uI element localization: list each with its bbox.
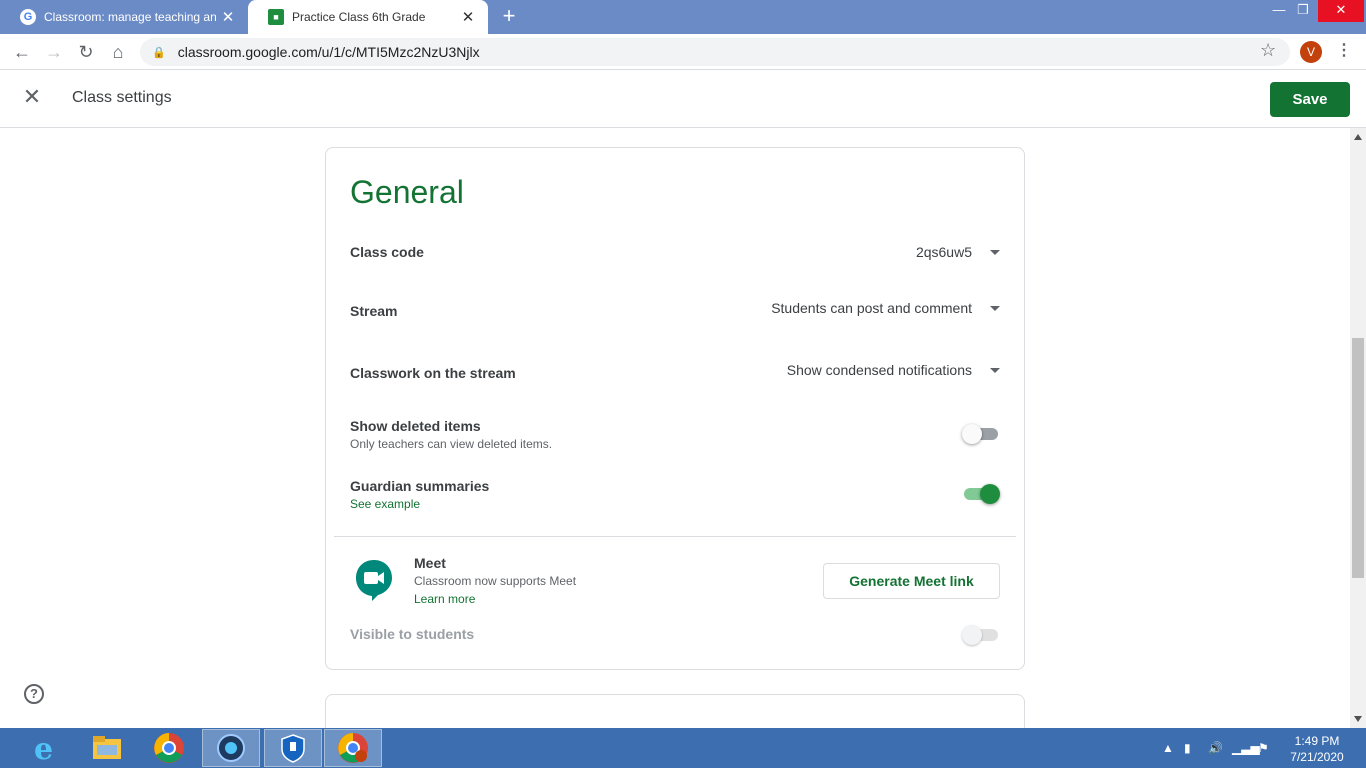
action-center-flag-icon[interactable]: ⚑ bbox=[1258, 728, 1269, 768]
classwork-value: Show condensed notifications bbox=[786, 362, 972, 378]
network-signal-icon[interactable]: ▁▃▅ bbox=[1232, 728, 1260, 768]
tray-overflow-icon[interactable]: ▲ bbox=[1162, 728, 1174, 768]
dropdown-arrow-icon bbox=[990, 249, 1000, 255]
scrollbar-thumb[interactable] bbox=[1352, 338, 1364, 578]
browser-toolbar: ← → ↻ ⌂ 🔒 classroom.google.com/u/1/c/MTI… bbox=[0, 34, 1366, 70]
scroll-up-icon[interactable] bbox=[1354, 134, 1362, 140]
settings-content: General Class code 2qs6uw5 Stream Studen… bbox=[0, 128, 1350, 754]
class-code-dropdown[interactable]: 2qs6uw5 bbox=[916, 244, 1000, 260]
guardian-summaries-toggle[interactable] bbox=[962, 483, 1000, 504]
general-card: General Class code 2qs6uw5 Stream Studen… bbox=[325, 147, 1025, 670]
generate-meet-link-button[interactable]: Generate Meet link bbox=[823, 563, 1000, 599]
tab-classroom-manage[interactable]: G Classroom: manage teaching and ✕ bbox=[0, 0, 248, 34]
lock-icon: 🔒 bbox=[152, 46, 166, 59]
tab-title: Practice Class 6th Grade bbox=[292, 10, 426, 24]
divider bbox=[334, 536, 1016, 537]
page-scrollbar[interactable] bbox=[1350, 128, 1366, 728]
internet-explorer-icon[interactable]: e bbox=[16, 729, 74, 767]
clock-time: 1:49 PM bbox=[1294, 734, 1340, 748]
stream-dropdown[interactable]: Students can post and comment bbox=[771, 300, 1000, 316]
mcafee-icon[interactable] bbox=[264, 729, 322, 767]
browser-tabstrip: G Classroom: manage teaching and ✕ ■ Pra… bbox=[0, 0, 1366, 34]
new-tab-button[interactable]: + bbox=[496, 5, 522, 29]
classwork-dropdown[interactable]: Show condensed notifications bbox=[787, 362, 1000, 378]
dropdown-arrow-icon bbox=[990, 367, 1000, 373]
visible-to-students-label: Visible to students bbox=[350, 626, 475, 642]
dropdown-arrow-icon bbox=[990, 305, 1000, 311]
close-icon[interactable]: ✕ bbox=[20, 85, 44, 109]
reload-icon[interactable]: ↻ bbox=[74, 40, 98, 64]
meet-subtitle: Classroom now supports Meet bbox=[414, 574, 577, 588]
system-clock[interactable]: 1:49 PM 7/21/2020 bbox=[1285, 733, 1349, 765]
visible-to-students-toggle[interactable] bbox=[962, 624, 1000, 645]
forward-icon[interactable]: → bbox=[42, 40, 66, 64]
classroom-icon: ■ bbox=[268, 9, 284, 25]
stream-value: Students can post and comment bbox=[771, 300, 972, 316]
tab-practice-class[interactable]: ■ Practice Class 6th Grade ✕ bbox=[248, 0, 488, 34]
window-close-icon[interactable]: ✕ bbox=[1318, 0, 1364, 22]
classwork-label: Classwork on the stream bbox=[350, 365, 516, 381]
scroll-down-icon[interactable] bbox=[1354, 716, 1362, 722]
tab-close-icon[interactable]: ✕ bbox=[456, 8, 480, 26]
chrome-active-icon[interactable] bbox=[324, 729, 382, 767]
browser-menu-icon[interactable]: ⋮ bbox=[1336, 40, 1352, 60]
see-example-link[interactable]: See example bbox=[350, 497, 420, 511]
tab-close-icon[interactable]: ✕ bbox=[216, 8, 240, 26]
deleted-items-label: Show deleted items bbox=[350, 418, 481, 434]
class-code-value: 2qs6uw5 bbox=[915, 244, 972, 260]
stream-label: Stream bbox=[350, 303, 398, 319]
home-icon[interactable]: ⌂ bbox=[106, 40, 130, 64]
file-explorer-icon[interactable] bbox=[78, 729, 136, 767]
tab-title: Classroom: manage teaching and bbox=[44, 10, 216, 24]
power-icon[interactable]: ▮ bbox=[1184, 728, 1191, 768]
svg-text:e: e bbox=[34, 732, 53, 765]
section-heading: General bbox=[350, 174, 464, 210]
media-player-icon[interactable] bbox=[202, 729, 260, 767]
restore-icon[interactable]: ❐ bbox=[1286, 0, 1320, 22]
guardian-summaries-label: Guardian summaries bbox=[350, 478, 490, 494]
learn-more-link[interactable]: Learn more bbox=[414, 592, 475, 606]
address-bar[interactable]: 🔒 classroom.google.com/u/1/c/MTI5Mzc2NzU… bbox=[140, 38, 1290, 66]
clock-date: 7/21/2020 bbox=[1290, 750, 1344, 764]
deleted-items-sub: Only teachers can view deleted items. bbox=[350, 437, 553, 451]
profile-avatar[interactable]: V bbox=[1300, 41, 1322, 63]
save-button[interactable]: Save bbox=[1270, 82, 1350, 117]
volume-icon[interactable]: 🔊 bbox=[1208, 728, 1223, 768]
help-icon[interactable]: ? bbox=[24, 684, 44, 704]
class-code-label: Class code bbox=[350, 244, 424, 260]
page-title: Class settings bbox=[72, 89, 172, 106]
windows-taskbar: e ▲ ▮ 🔊 ▁▃▅ ⚑ 1:49 PM 7/21/2020 bbox=[0, 728, 1366, 768]
meet-icon bbox=[356, 560, 392, 601]
deleted-items-toggle[interactable] bbox=[962, 423, 1000, 444]
meet-title: Meet bbox=[414, 555, 446, 571]
bookmark-star-icon[interactable]: ☆ bbox=[1260, 40, 1276, 61]
back-icon[interactable]: ← bbox=[10, 40, 34, 64]
class-settings-header: ✕ Class settings Save bbox=[0, 71, 1366, 128]
url-text: classroom.google.com/u/1/c/MTI5Mzc2NzU3N… bbox=[177, 44, 480, 60]
google-g-icon: G bbox=[20, 9, 36, 25]
chrome-icon[interactable] bbox=[140, 729, 198, 767]
